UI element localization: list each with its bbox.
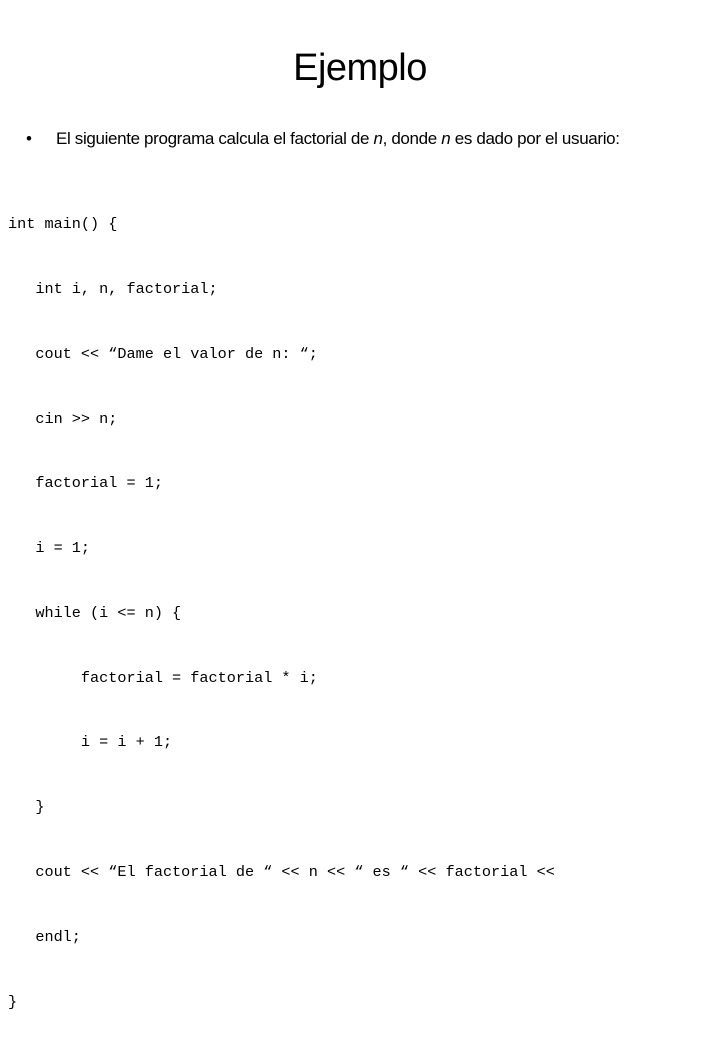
- bullet-text-after: es dado por el usuario:: [450, 129, 620, 148]
- code-line: endl;: [8, 927, 81, 946]
- code-line: cout << “El factorial de “ << n << “ es …: [8, 863, 555, 881]
- code-line: factorial = factorial * i;: [8, 668, 318, 687]
- bullet-text-before: El siguiente programa calcula el factori…: [56, 129, 374, 148]
- code-block: int main() { int i, n, factorial; cout <…: [8, 171, 555, 1056]
- code-line: cout << “Dame el valor de n: “;: [8, 344, 318, 363]
- bullet-var-n-2: n: [441, 129, 451, 148]
- code-line: factorial = 1;: [8, 474, 163, 493]
- code-line: i = 1;: [8, 539, 91, 558]
- slide-title: Ejemplo: [293, 47, 427, 89]
- bullet-item: • El siguiente programa calcula el factor…: [26, 127, 620, 151]
- code-line: while (i <= n) {: [8, 603, 182, 622]
- code-line: i = i + 1;: [8, 733, 173, 752]
- code-line: int main() {: [8, 215, 118, 234]
- code-line: int i, n, factorial;: [8, 279, 218, 298]
- bullet-marker: •: [26, 129, 32, 148]
- code-line: }: [8, 798, 45, 817]
- code-line: cin >> n;: [8, 409, 118, 428]
- code-line: }: [8, 992, 18, 1011]
- bullet-text-middle: , donde: [382, 129, 442, 148]
- bullet-var-n-1: n: [373, 129, 383, 148]
